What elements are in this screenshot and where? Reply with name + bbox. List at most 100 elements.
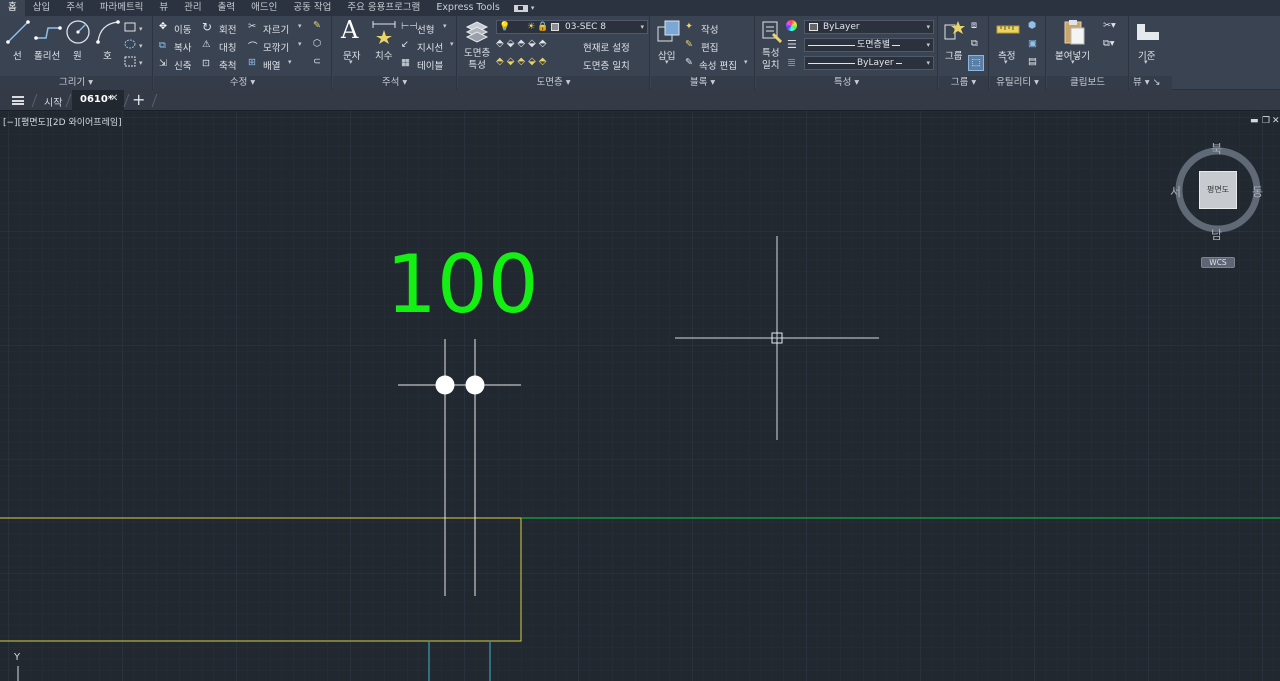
layer-tools-row1-icons[interactable]: ⬘⬙⬘⬙⬘: [496, 38, 549, 49]
panel-annotation-title[interactable]: 주석 ▾: [333, 76, 456, 90]
viewcube-south[interactable]: 남: [1211, 226, 1222, 243]
linear-dim-icon[interactable]: ⊢⊣: [401, 21, 418, 32]
group-edit-icon[interactable]: ⧉: [971, 38, 978, 49]
group-button-label[interactable]: 그룹: [945, 48, 962, 62]
hatch-icon[interactable]: ▾: [124, 39, 148, 51]
tab-insert[interactable]: 삽입: [25, 0, 58, 16]
ungroup-icon[interactable]: ⧈: [971, 20, 977, 31]
table-icon[interactable]: ▦: [401, 57, 410, 68]
tab-annotate[interactable]: 주석: [58, 0, 91, 16]
drawing-svg[interactable]: [0, 111, 1280, 681]
layer-tools-row2-icons[interactable]: ⬘⬙⬘⬙⬘: [496, 56, 549, 67]
polyline-button-label[interactable]: 폴리선: [34, 48, 60, 62]
viewport-restore-icon[interactable]: ❐: [1262, 116, 1270, 126]
circle-button-label[interactable]: 원: [73, 48, 82, 62]
viewport-minimize-icon[interactable]: ▬: [1250, 116, 1259, 126]
edit-block-icon[interactable]: ✎: [685, 39, 693, 50]
start-tab[interactable]: 시작: [44, 94, 62, 109]
linear-button-label[interactable]: 선형: [417, 22, 434, 36]
linetype-dropdown[interactable]: ByLayer ▾: [804, 56, 934, 70]
erase-icon[interactable]: ✎: [313, 20, 321, 31]
panel-properties-title[interactable]: 특성 ▾: [756, 76, 937, 90]
group-selection-icon[interactable]: ⬚: [968, 55, 984, 71]
viewcube-top-face[interactable]: 평면도: [1199, 171, 1237, 209]
edit-button-label[interactable]: 편집: [701, 40, 718, 54]
move-button-label[interactable]: 이동: [174, 22, 191, 36]
trim-icon[interactable]: ✂: [248, 21, 256, 32]
dimension-icon[interactable]: [371, 20, 397, 44]
tab-express-tools[interactable]: Express Tools: [428, 0, 508, 16]
trim-dropdown-icon[interactable]: ▾: [298, 22, 302, 30]
panel-clipboard-title[interactable]: 클립보드: [1047, 76, 1128, 90]
tab-featured-apps[interactable]: 주요 응용프로그램: [339, 0, 428, 16]
arc-icon[interactable]: [95, 19, 121, 45]
gradient-icon[interactable]: ▾: [124, 56, 148, 68]
match-properties-label[interactable]: 특성 일치: [762, 48, 779, 72]
fillet-icon[interactable]: ⌒: [248, 39, 258, 53]
offset-icon[interactable]: ⊂: [313, 56, 321, 67]
color-dropdown[interactable]: ByLayer ▾: [804, 20, 934, 34]
panel-groups-title[interactable]: 그룹 ▾: [939, 76, 988, 90]
panel-block-title[interactable]: 블록 ▾: [651, 76, 754, 90]
lineweight-dropdown[interactable]: 도면층별 ▾: [804, 38, 934, 52]
move-icon[interactable]: ✥: [159, 21, 167, 32]
dimension-dot-left[interactable]: [435, 375, 455, 395]
drawing-canvas[interactable]: [0, 111, 1280, 681]
line-button-label[interactable]: 선: [13, 48, 22, 62]
panel-layers-title[interactable]: 도면층 ▾: [458, 76, 649, 90]
panel-utilities-title[interactable]: 유틸리티 ▾: [990, 76, 1045, 90]
viewport-close-icon[interactable]: ✕: [1272, 116, 1280, 126]
ribbon-minimize-toggle-icon[interactable]: [513, 4, 528, 12]
circle-icon[interactable]: [65, 19, 91, 45]
edit-attributes-icon[interactable]: ✎: [685, 57, 693, 68]
tab-output[interactable]: 출력: [210, 0, 243, 16]
layer-properties-icon[interactable]: [463, 19, 491, 45]
tab-collaborate[interactable]: 공동 작업: [285, 0, 339, 16]
calculator-icon[interactable]: ▤: [1028, 56, 1037, 67]
select-all-icon[interactable]: ▣: [1028, 38, 1037, 49]
dimension-dot-right[interactable]: [465, 375, 485, 395]
stretch-button-label[interactable]: 신축: [174, 58, 191, 72]
base-dropdown-icon[interactable]: ▾: [1144, 58, 1148, 66]
create-block-icon[interactable]: ✦: [685, 21, 693, 32]
leader-button-label[interactable]: 지시선: [417, 40, 443, 54]
copy-button-label[interactable]: 복사: [174, 40, 191, 54]
create-button-label[interactable]: 작성: [701, 22, 718, 36]
stretch-icon[interactable]: ⇲: [159, 58, 167, 69]
match-properties-icon[interactable]: [761, 20, 783, 44]
base-view-icon[interactable]: [1135, 22, 1161, 42]
arc-button-label[interactable]: 호: [103, 48, 112, 62]
text-icon[interactable]: A: [341, 16, 358, 44]
tab-manage[interactable]: 관리: [176, 0, 209, 16]
dimension-text[interactable]: 100: [386, 241, 539, 329]
copy-clip-icon[interactable]: ⧉▾: [1103, 38, 1115, 49]
viewcube-north[interactable]: 북: [1211, 140, 1222, 157]
layer-properties-label[interactable]: 도면층 특성: [464, 48, 490, 72]
measure-dropdown-icon[interactable]: ▾: [1004, 58, 1008, 66]
viewcube-west[interactable]: 서: [1170, 183, 1181, 200]
tab-addins[interactable]: 애드인: [243, 0, 285, 16]
fillet-dropdown-icon[interactable]: ▾: [298, 40, 302, 48]
insert-block-icon[interactable]: [656, 19, 682, 45]
array-dropdown-icon[interactable]: ▾: [288, 58, 292, 66]
rotate-icon[interactable]: ↻: [202, 20, 212, 34]
scale-icon[interactable]: ⊡: [202, 58, 210, 69]
layer-dropdown[interactable]: 💡 ☀ 🔒 03-SEC 8 ▾: [496, 20, 648, 34]
close-tab-icon[interactable]: ✕: [110, 93, 118, 104]
table-button-label[interactable]: 테이블: [417, 58, 443, 72]
edit-attributes-dropdown-icon[interactable]: ▾: [744, 58, 748, 66]
measure-icon[interactable]: [996, 24, 1020, 36]
viewcube-east[interactable]: 동: [1252, 183, 1263, 200]
file-tabs-menu-icon[interactable]: [12, 96, 24, 105]
group-icon[interactable]: [943, 19, 965, 41]
rectangle-icon[interactable]: ▾: [124, 22, 148, 34]
leader-icon[interactable]: ↙: [401, 39, 409, 50]
edit-attributes-button-label[interactable]: 속성 편집: [699, 58, 737, 72]
cut-icon[interactable]: ✂▾: [1103, 20, 1116, 31]
rotate-button-label[interactable]: 회전: [219, 22, 236, 36]
leader-dropdown-icon[interactable]: ▾: [450, 40, 454, 48]
tab-view[interactable]: 뷰: [151, 0, 176, 16]
trim-button-label[interactable]: 자르기: [263, 22, 289, 36]
viewport-controls-label[interactable]: [−][평면도][2D 와이어프레임]: [3, 115, 122, 128]
paste-icon[interactable]: [1062, 18, 1086, 46]
